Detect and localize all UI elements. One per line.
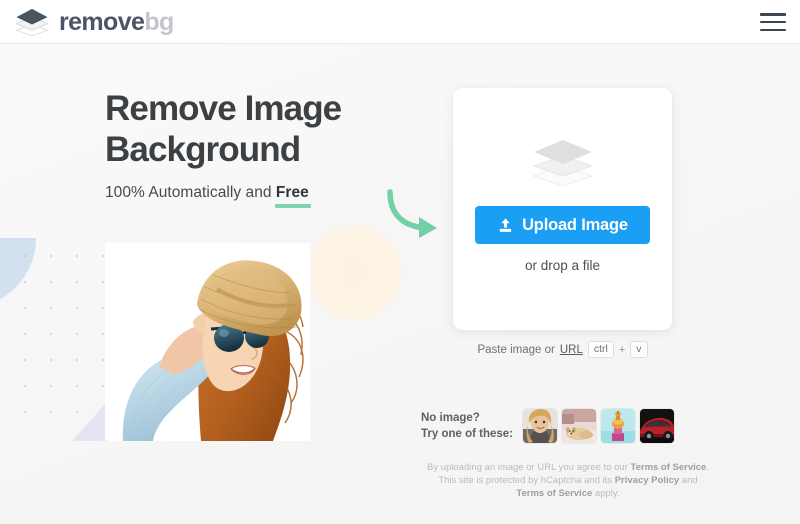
privacy-policy-link[interactable]: Privacy Policy [615, 475, 679, 486]
blue-arc-decoration [0, 238, 36, 308]
drop-file-text: or drop a file [524, 258, 601, 273]
menu-line-3 [760, 28, 786, 31]
legal-line-3: Terms of Service apply. [418, 487, 718, 500]
brand-wordmark: removebg [59, 7, 174, 36]
samples-label-line-1: No image? [421, 411, 480, 424]
page-root: removebg Remove Image Background 100% Au… [0, 0, 800, 524]
samples-label-line-2: Try one of these: [421, 428, 514, 440]
terms-of-service-link-2[interactable]: Terms of Service [516, 488, 592, 499]
sample-thumbnails [523, 409, 675, 443]
brand-logo[interactable]: removebg [14, 6, 174, 38]
menu-line-2 [760, 20, 786, 24]
brand-remove-text: remove [59, 7, 145, 36]
headline-line-1: Remove Image [105, 89, 342, 128]
sample-images-row: No image? Try one of these: [421, 409, 711, 443]
paste-url-link[interactable]: URL [560, 344, 583, 356]
legal-line1-suffix: . [706, 462, 709, 473]
legal-line3-suffix: apply. [592, 488, 620, 499]
legal-line2-prefix: This site is protected by hCaptcha and i… [438, 475, 615, 486]
key-plus: + [618, 343, 626, 356]
page-title: Remove Image Background [105, 88, 435, 171]
hero-subtitle: 100% Automatically and Free [105, 183, 435, 208]
upload-image-button[interactable]: Upload Image [475, 206, 650, 244]
legal-disclaimer: By uploading an image or URL you agree t… [418, 461, 718, 500]
hamburger-menu-icon[interactable] [760, 10, 788, 34]
terms-of-service-link-1[interactable]: Terms of Service [630, 462, 706, 473]
upload-arrow-icon [499, 217, 512, 232]
headline-line-2: Background [105, 130, 301, 170]
peach-circle-decoration [307, 225, 402, 320]
site-header: removebg [0, 0, 800, 44]
subhead-highlight-free: Free [274, 183, 311, 208]
upload-card[interactable]: Upload Image or drop a file [453, 88, 672, 330]
layers-placeholder-icon [531, 140, 594, 186]
key-v: v [630, 341, 648, 358]
legal-line-2: This site is protected by hCaptcha and i… [418, 474, 718, 487]
layers-icon [15, 8, 49, 36]
hero-text-block: Remove Image Background 100% Automatical… [105, 88, 435, 208]
paste-hint-row: Paste image or URL ctrl + v [453, 341, 672, 358]
legal-line2-suffix: and [679, 475, 698, 486]
sample-car[interactable] [640, 409, 675, 443]
sample-product[interactable] [601, 409, 636, 443]
sample-images-label: No image? Try one of these: [421, 410, 513, 443]
brand-bg-text: bg [144, 7, 174, 36]
sample-dog[interactable] [562, 409, 597, 443]
hero-photo [105, 243, 310, 441]
upload-button-label: Upload Image [522, 215, 628, 234]
subhead-prefix: 100% Automatically and [105, 183, 276, 201]
sample-woman[interactable] [523, 409, 558, 443]
legal-line1-prefix: By uploading an image or URL you agree t… [426, 462, 631, 473]
key-ctrl: ctrl [587, 341, 614, 358]
legal-line-1: By uploading an image or URL you agree t… [418, 461, 718, 474]
paste-label: Paste image or [477, 343, 555, 356]
menu-line-1 [760, 13, 786, 16]
